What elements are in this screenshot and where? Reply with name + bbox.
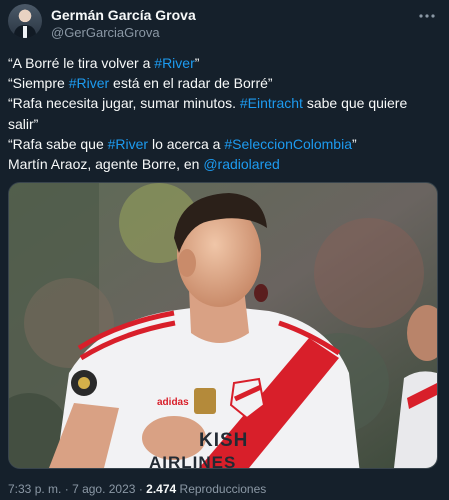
tweet-time[interactable]: 7:33 p. m. (8, 482, 61, 496)
views-count: 2.474 (146, 482, 177, 496)
tweet-text: “A Borré le tira volver a #River” “Siempr… (8, 53, 442, 174)
tweet-text-segment: salir” (8, 115, 39, 132)
tweet-photo[interactable]: adidas KISH AIRLINES (8, 182, 438, 469)
hashtag-link[interactable]: #River (154, 55, 194, 71)
tweet-text-segment: sabe que quiere (302, 95, 408, 112)
more-horizontal-icon[interactable] (417, 7, 437, 25)
tweet-text-segment: ” (194, 55, 200, 71)
tweet-text-line: salir” (8, 114, 442, 134)
tweet-text-line: “Siempre #River está en el radar de Borr… (8, 73, 442, 93)
tweet-text-line: Martín Araoz, agente Borre, en @radiolar… (8, 154, 442, 174)
tweet-text-line: “A Borré le tira volver a #River” (8, 53, 442, 73)
author-name[interactable]: Germán García Grova (51, 7, 196, 23)
author-handle[interactable]: @GerGarciaGrova (51, 25, 160, 40)
jersey-sponsor-line1: KISH (199, 430, 248, 451)
tweet-text-segment: ” (352, 135, 357, 152)
hashtag-link[interactable]: #Eintracht (240, 95, 303, 111)
mention-link[interactable]: @radiolared (203, 156, 279, 172)
jersey-brand-text: adidas (157, 397, 189, 408)
hashtag-link[interactable]: #River (108, 136, 148, 152)
tweet-header: Germán García Grova @GerGarciaGrova (8, 4, 441, 44)
tweet-meta: 7:33 p. m. · 7 ago. 2023 · 2.474 Reprodu… (8, 482, 266, 496)
tweet-text-segment: está en el radar de Borré” (109, 75, 273, 92)
meta-separator-2: · (138, 482, 143, 496)
hashtag-link[interactable]: #River (69, 75, 109, 91)
tweet-date[interactable]: 7 ago. 2023 (72, 482, 135, 496)
tweet-text-segment: Martín Araoz, agente Borre, en (8, 156, 204, 173)
tweet-text-line: “Rafa sabe que #River lo acerca a #Selec… (8, 134, 442, 154)
meta-separator: · (64, 482, 69, 496)
tweet-text-segment: “Siempre (8, 75, 69, 92)
jersey-sponsor-line2: AIRLINES (149, 453, 236, 468)
tweet-text-segment: “Rafa sabe que (8, 135, 108, 152)
tweet-text-segment: lo acerca a (148, 135, 225, 152)
tweet-text-segment: “A Borré le tira volver a (8, 55, 155, 71)
tweet-text-segment: “Rafa necesita jugar, sumar minutos. (8, 95, 240, 112)
views-label: Reproducciones (179, 482, 267, 496)
hashtag-link[interactable]: #SeleccionColombia (224, 136, 352, 152)
tweet-text-line: “Rafa necesita jugar, sumar minutos. #Ei… (8, 93, 442, 113)
avatar-shirt (23, 26, 27, 38)
author-avatar[interactable] (8, 4, 42, 38)
